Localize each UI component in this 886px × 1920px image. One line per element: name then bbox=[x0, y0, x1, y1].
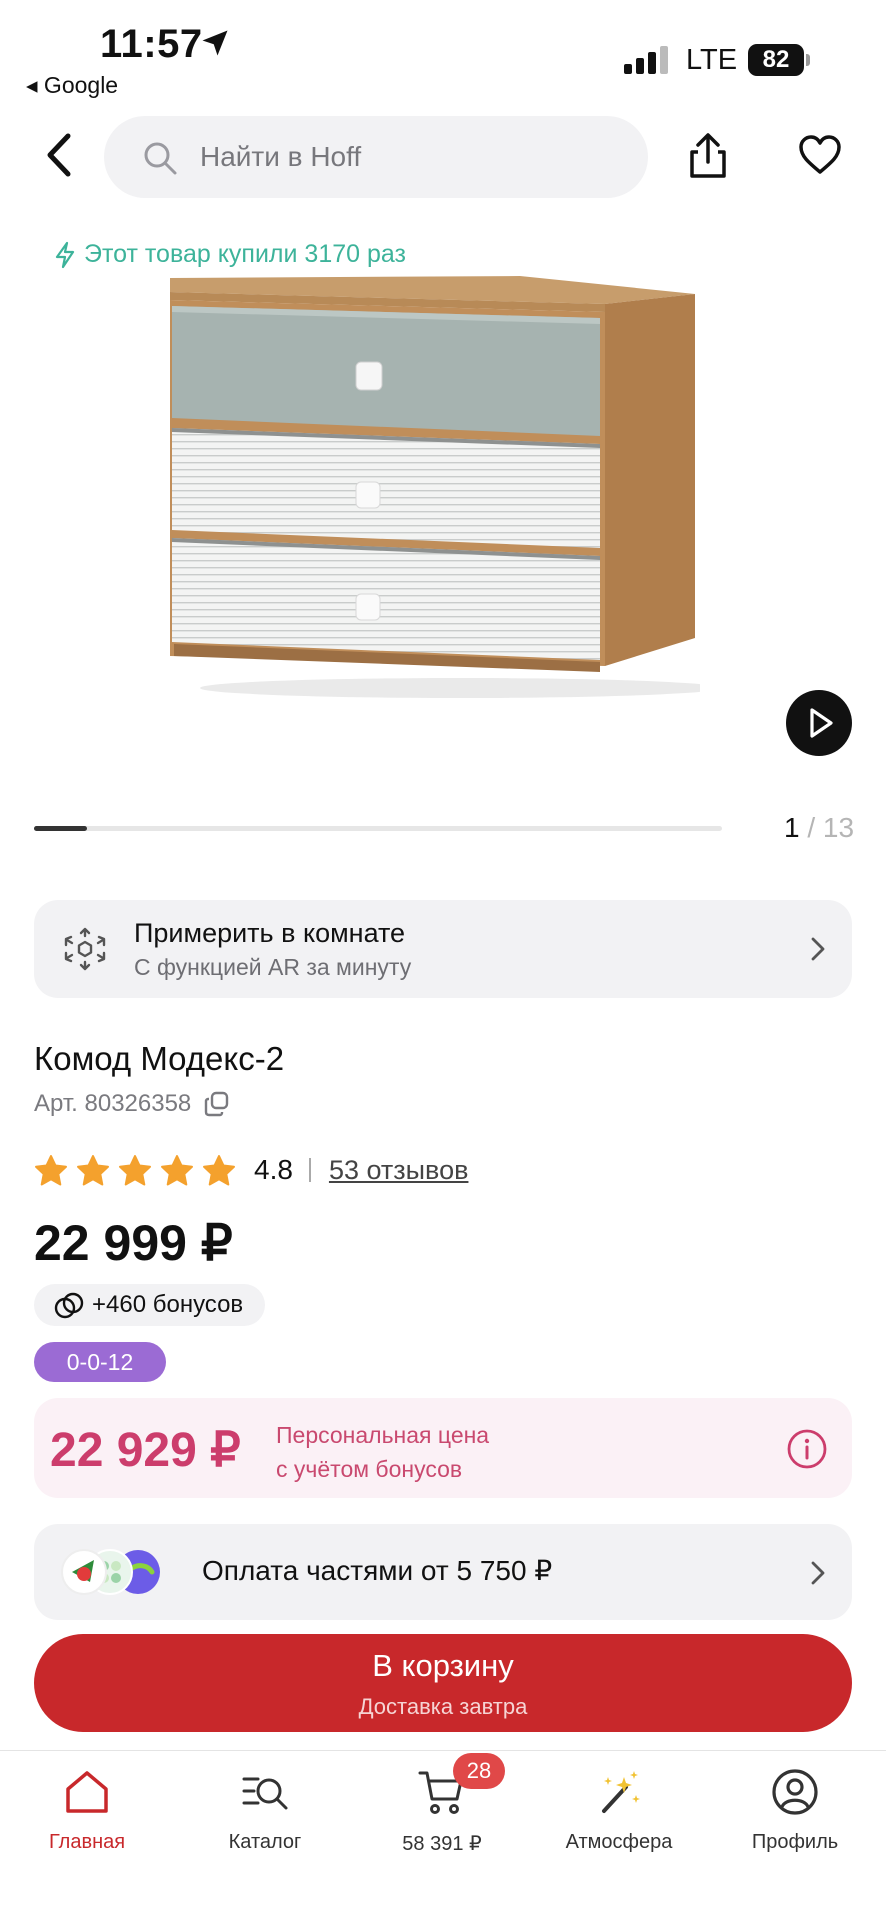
signal-icon bbox=[624, 46, 668, 74]
ar-subtitle: С функцией AR за минуту bbox=[134, 954, 412, 980]
product-article: Арт. 80326358 bbox=[34, 1090, 231, 1118]
rating-separator bbox=[308, 1158, 311, 1182]
personal-note-line1: Персональная цена bbox=[276, 1422, 490, 1448]
star-icon bbox=[119, 1155, 151, 1186]
installment-tag: 0-0-12 bbox=[34, 1342, 166, 1382]
tab-atmosphere[interactable]: Атмосфера bbox=[534, 1767, 704, 1887]
bought-count-label: Этот товар купили 3170 раз bbox=[54, 240, 406, 269]
copy-icon[interactable] bbox=[203, 1090, 231, 1118]
bought-count-text: Этот товар купили 3170 раз bbox=[84, 240, 406, 268]
search-icon bbox=[144, 142, 177, 175]
search-bar[interactable] bbox=[104, 116, 648, 198]
delivery-label: Доставка завтра bbox=[358, 1694, 528, 1719]
reviews-link[interactable]: 53 отзывов bbox=[329, 1155, 469, 1186]
add-to-cart-button[interactable]: В корзину Доставка завтра bbox=[34, 1634, 852, 1732]
tab-home-label: Главная bbox=[48, 1831, 126, 1853]
rating-value: 4.8 bbox=[254, 1154, 293, 1185]
product-title: Комод Модекс-2 bbox=[34, 1040, 285, 1077]
star-icon bbox=[203, 1155, 235, 1186]
product-image bbox=[170, 276, 700, 698]
back-arrow-icon[interactable] bbox=[40, 130, 80, 180]
search-input[interactable] bbox=[200, 136, 620, 178]
tab-atmosphere-label: Атмосфера bbox=[565, 1831, 673, 1853]
gallery-total: / 13 bbox=[807, 812, 855, 843]
cart-count-badge: 28 bbox=[453, 1753, 505, 1789]
battery-tip bbox=[806, 54, 810, 66]
ar-cube-icon bbox=[64, 927, 106, 971]
gallery-current: 1 bbox=[784, 812, 800, 843]
personal-price: 22 929 ₽ bbox=[50, 1424, 241, 1477]
ar-title: Примерить в комнате bbox=[134, 918, 406, 948]
share-icon[interactable] bbox=[686, 132, 730, 180]
payment-providers-icon bbox=[61, 1549, 160, 1595]
article-number: Арт. 80326358 bbox=[34, 1090, 192, 1117]
play-icon bbox=[810, 708, 833, 738]
add-to-cart-label: В корзину bbox=[372, 1648, 514, 1683]
status-bar: 11:57 ◂ Google LTE 82 bbox=[0, 0, 886, 100]
home-icon bbox=[66, 1771, 108, 1813]
chevron-right-icon bbox=[811, 937, 825, 961]
star-icon bbox=[77, 1155, 109, 1186]
ar-try-in-room-card[interactable]: Примерить в комнате С функцией AR за мин… bbox=[34, 900, 852, 998]
star-icon bbox=[35, 1155, 67, 1186]
tab-cart[interactable]: 28 58 391 ₽ bbox=[357, 1753, 527, 1887]
personal-price-note: Персональная цена с учётом бонусов bbox=[276, 1418, 489, 1486]
bonus-badge: +460 бонусов bbox=[34, 1284, 266, 1326]
star-icon bbox=[161, 1155, 193, 1186]
heart-icon[interactable] bbox=[798, 134, 842, 176]
pay-in-parts-text: Оплата частями от 5 750 ₽ bbox=[202, 1555, 553, 1586]
product-gallery[interactable]: Этот товар купили 3170 раз bbox=[0, 200, 886, 760]
network-type: LTE bbox=[686, 44, 738, 76]
rating-row: 4.8 53 отзывов bbox=[34, 1150, 468, 1190]
video-play-button[interactable] bbox=[786, 690, 852, 756]
back-to-app-link[interactable]: ◂ Google bbox=[26, 72, 118, 99]
profile-icon bbox=[772, 1769, 818, 1815]
personal-price-card: 22 929 ₽ Персональная цена с учётом бону… bbox=[34, 1398, 852, 1498]
battery-level: 82 bbox=[748, 44, 804, 76]
product-price: 22 999 ₽ bbox=[34, 1215, 233, 1271]
gallery-counter: 1 / 13 bbox=[784, 812, 854, 844]
top-navigation bbox=[0, 110, 886, 200]
tab-profile[interactable]: Профиль bbox=[710, 1767, 880, 1887]
chevron-right-icon bbox=[811, 1561, 825, 1585]
lightning-icon bbox=[55, 241, 75, 268]
info-icon[interactable] bbox=[786, 1428, 828, 1470]
pay-in-parts-card[interactable]: Оплата частями от 5 750 ₽ bbox=[34, 1524, 852, 1620]
bottom-tab-bar: Главная Каталог 28 58 391 ₽ Атмосфера Пр… bbox=[0, 1750, 886, 1920]
bonus-coins-icon bbox=[54, 1292, 84, 1319]
gallery-progress-bar bbox=[34, 826, 722, 831]
status-time: 11:57 bbox=[100, 22, 203, 66]
catalog-search-icon bbox=[242, 1777, 288, 1810]
tab-catalog-label: Каталог bbox=[228, 1831, 302, 1853]
tab-cart-label: 58 391 ₽ bbox=[402, 1833, 482, 1855]
gallery-progress-fill bbox=[34, 826, 87, 831]
location-arrow-icon bbox=[202, 30, 228, 56]
rating-stars bbox=[34, 1154, 236, 1186]
magic-wand-icon bbox=[602, 1771, 640, 1813]
battery-icon: 82 bbox=[748, 44, 810, 76]
tab-catalog[interactable]: Каталог bbox=[180, 1767, 350, 1887]
bonus-text: +460 бонусов bbox=[92, 1291, 244, 1318]
personal-note-line2: с учётом бонусов bbox=[276, 1456, 463, 1482]
tab-home[interactable]: Главная bbox=[2, 1767, 172, 1887]
tab-profile-label: Профиль bbox=[751, 1831, 839, 1853]
